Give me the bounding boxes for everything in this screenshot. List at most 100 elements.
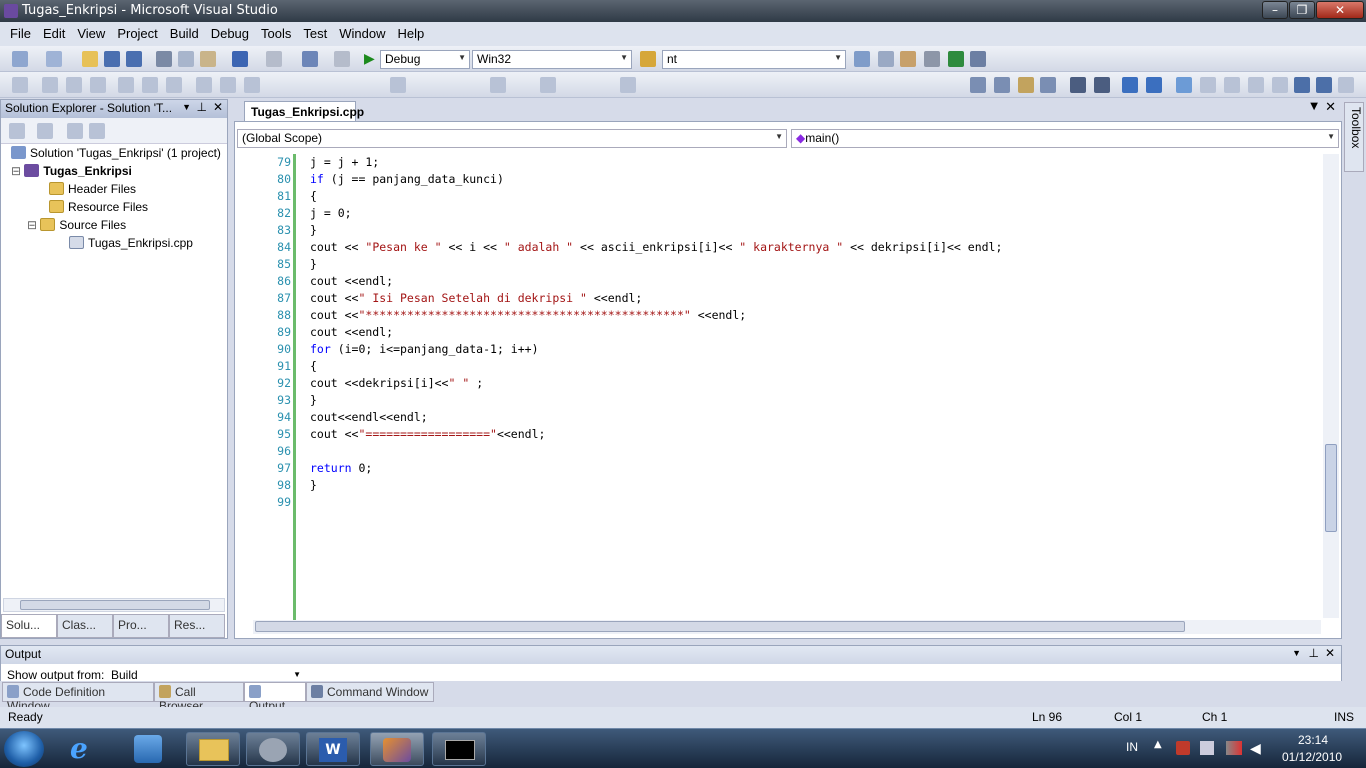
code-line[interactable]: 95 cout <<"=================="<<endl; bbox=[235, 426, 1325, 443]
code-line[interactable]: 85} bbox=[235, 256, 1325, 273]
previous-bookmark-document-icon[interactable] bbox=[1294, 77, 1310, 93]
tab-solution-explorer[interactable]: Solu... bbox=[1, 614, 57, 638]
align-centers-icon[interactable] bbox=[66, 77, 82, 93]
device-icon[interactable] bbox=[1200, 741, 1214, 755]
navigate-backward-icon[interactable] bbox=[302, 51, 318, 67]
code-editor[interactable]: (Global Scope) ▼ ◆main() ▼ 79 j = j + 1; 80 i… bbox=[234, 121, 1342, 639]
menu-edit[interactable]: Edit bbox=[37, 22, 71, 45]
scrollbar-thumb[interactable] bbox=[1325, 444, 1337, 532]
chevron-down-icon[interactable]: ▼ bbox=[1292, 648, 1301, 658]
taskbar-word[interactable]: W bbox=[306, 732, 360, 766]
scope-select[interactable]: (Global Scope) ▼ bbox=[237, 129, 787, 148]
make-same-size-icon[interactable] bbox=[244, 77, 260, 93]
collapse-icon[interactable]: ⊟ bbox=[11, 164, 24, 178]
code-line[interactable]: 96 bbox=[235, 443, 1325, 460]
show-hidden-icons-icon[interactable]: ▲ bbox=[1154, 739, 1162, 750]
next-bookmark-folder-icon[interactable] bbox=[1272, 77, 1288, 93]
tree-item-source-files[interactable]: ⊟ Source Files bbox=[27, 218, 126, 232]
minimize-button[interactable]: – bbox=[1262, 1, 1288, 19]
add-item-icon[interactable] bbox=[46, 51, 62, 67]
code-line[interactable]: 86 cout <<endl; bbox=[235, 273, 1325, 290]
start-page-icon[interactable] bbox=[948, 51, 964, 67]
toolbox-tab[interactable]: Toolbox bbox=[1344, 102, 1364, 172]
properties-icon[interactable] bbox=[878, 51, 894, 67]
close-button[interactable]: ✕ bbox=[1316, 1, 1364, 19]
refresh-icon[interactable] bbox=[67, 123, 83, 139]
code-line[interactable]: 94 cout<<endl<<endl; bbox=[235, 409, 1325, 426]
parameter-info-icon[interactable] bbox=[994, 77, 1010, 93]
collapse-icon[interactable]: ⊟ bbox=[27, 218, 40, 232]
uncomment-lines-icon[interactable] bbox=[1146, 77, 1162, 93]
code-line[interactable]: 91 { bbox=[235, 358, 1325, 375]
close-icon[interactable]: ✕ bbox=[1325, 100, 1336, 115]
complete-word-icon[interactable] bbox=[1040, 77, 1056, 93]
media-player-icon[interactable] bbox=[134, 735, 162, 763]
configuration-select[interactable]: Debug ▼ bbox=[380, 50, 470, 69]
close-icon[interactable]: ✕ bbox=[1325, 646, 1335, 660]
decrease-indent-icon[interactable] bbox=[1070, 77, 1086, 93]
tree-item-cpp-file[interactable]: Tugas_Enkripsi.cpp bbox=[69, 236, 193, 250]
tab-order-icon[interactable] bbox=[620, 77, 636, 93]
chevron-down-icon[interactable]: ▼ bbox=[1310, 101, 1318, 112]
tab-class-view[interactable]: Clas... bbox=[57, 614, 113, 638]
bookmark-icon[interactable] bbox=[1176, 77, 1192, 93]
align-middles-icon[interactable] bbox=[142, 77, 158, 93]
menu-debug[interactable]: Debug bbox=[205, 22, 255, 45]
vertical-scrollbar[interactable] bbox=[1323, 154, 1339, 618]
navigate-forward-icon[interactable] bbox=[334, 51, 350, 67]
command-window-icon[interactable] bbox=[970, 51, 986, 67]
platform-select[interactable]: Win32 ▼ bbox=[472, 50, 632, 69]
code-line[interactable]: 98} bbox=[235, 477, 1325, 494]
previous-bookmark-icon[interactable] bbox=[1200, 77, 1216, 93]
tab-property-manager[interactable]: Pro... bbox=[113, 614, 169, 638]
code-line[interactable]: 99 bbox=[235, 494, 1325, 511]
tree-item-solution[interactable]: Solution 'Tugas_Enkripsi' (1 project) bbox=[11, 146, 221, 160]
code-line[interactable]: 84 cout << "Pesan ke " << i << " adalah "… bbox=[235, 239, 1325, 256]
new-project-icon[interactable] bbox=[12, 51, 28, 67]
code-line[interactable]: 80 if (j == panjang_data_kunci) bbox=[235, 171, 1325, 188]
action-center-icon[interactable] bbox=[1176, 741, 1190, 755]
display-object-list-icon[interactable] bbox=[970, 77, 986, 93]
menu-file[interactable]: File bbox=[4, 22, 37, 45]
code-area[interactable]: 79 j = j + 1; 80 if (j == panjang_data_kunc… bbox=[235, 154, 1325, 620]
tree-item-project[interactable]: ⊟ Tugas_Enkripsi bbox=[11, 164, 132, 178]
code-line[interactable]: 79 j = j + 1; bbox=[235, 154, 1325, 171]
code-line[interactable]: 89 cout <<endl; bbox=[235, 324, 1325, 341]
horizontal-scrollbar[interactable] bbox=[3, 598, 225, 612]
next-bookmark-icon[interactable] bbox=[1224, 77, 1240, 93]
find-in-files-icon[interactable] bbox=[640, 51, 656, 67]
menu-tools[interactable]: Tools bbox=[255, 22, 297, 45]
align-rights-icon[interactable] bbox=[90, 77, 106, 93]
menu-build[interactable]: Build bbox=[164, 22, 205, 45]
align-lefts-icon[interactable] bbox=[42, 77, 58, 93]
open-icon[interactable] bbox=[82, 51, 98, 67]
tab-output[interactable]: Output bbox=[244, 682, 306, 713]
internet-explorer-icon[interactable]: e bbox=[70, 734, 102, 764]
maximize-button[interactable]: ❐ bbox=[1289, 1, 1315, 19]
close-icon[interactable]: ✕ bbox=[213, 100, 223, 114]
code-line[interactable]: 97 return 0; bbox=[235, 460, 1325, 477]
quick-info-icon[interactable] bbox=[1018, 77, 1034, 93]
tree-item-resource-files[interactable]: Resource Files bbox=[49, 200, 148, 214]
code-line[interactable]: 87 cout <<" Isi Pesan Setelah di dekripsi… bbox=[235, 290, 1325, 307]
center-horizontally-icon[interactable] bbox=[490, 77, 506, 93]
tab-resource-view[interactable]: Res... bbox=[169, 614, 225, 638]
start-debugging-icon[interactable]: ▶ bbox=[364, 51, 380, 67]
scrollbar-thumb[interactable] bbox=[20, 600, 210, 610]
clear-bookmarks-icon[interactable] bbox=[1338, 77, 1354, 93]
code-line[interactable]: 88 cout <<"******************************… bbox=[235, 307, 1325, 324]
save-all-icon[interactable] bbox=[126, 51, 142, 67]
tab-code-definition-window[interactable]: Code Definition Window bbox=[2, 682, 154, 713]
paste-icon[interactable] bbox=[200, 51, 216, 67]
align-tops-icon[interactable] bbox=[118, 77, 134, 93]
pin-icon[interactable]: ⊥ bbox=[1309, 646, 1319, 660]
chevron-down-icon[interactable]: ▼ bbox=[182, 102, 191, 112]
clock-date[interactable]: 01/12/2010 bbox=[1282, 750, 1342, 764]
clock-time[interactable]: 23:14 bbox=[1298, 733, 1328, 747]
vertical-spacing-icon[interactable] bbox=[390, 77, 406, 93]
show-all-files-icon[interactable] bbox=[37, 123, 53, 139]
menu-help[interactable]: Help bbox=[391, 22, 430, 45]
next-bookmark-document-icon[interactable] bbox=[1316, 77, 1332, 93]
menu-view[interactable]: View bbox=[71, 22, 111, 45]
taskbar-visual-studio[interactable] bbox=[370, 732, 424, 766]
